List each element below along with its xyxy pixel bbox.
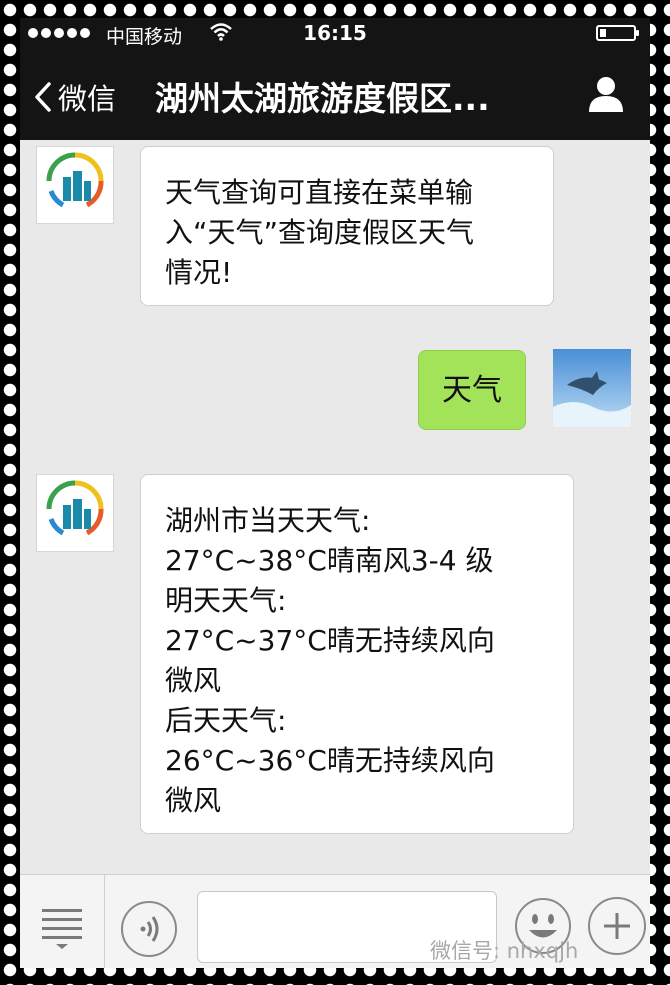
nav-bar: 微信 湖州太湖旅游度假区... [20,50,650,140]
resort-logo-icon [46,480,104,536]
message-line: 入“天气”查询度假区天气 [165,216,475,249]
voice-icon [140,916,159,942]
divider [104,875,105,968]
message-bubble[interactable]: 天气查询可直接在菜单输 入“天气”查询度假区天气 情况! [140,146,554,306]
message-line: 情况! [165,256,233,289]
back-button[interactable]: 微信 [34,76,116,118]
message-line: 明天天气: [165,584,287,617]
message-line: 微风 [165,664,222,697]
voice-button[interactable] [121,901,177,957]
chat-area: 天气查询可直接在菜单输 入“天气”查询度假区天气 情况! 天气 湖州市当天天气:… [20,140,650,870]
phone-screen: 中国移动 16:15 微信 湖州太湖旅游度假区... 天气查询可直接在菜单输 入… [20,18,650,968]
message-line: 27°C~38°C晴南风3-4 级 [165,544,494,577]
message-line: 26°C~36°C晴无持续风向 [165,744,495,777]
message-line: 湖州市当天天气: [165,504,371,537]
message-line: 天气 [442,373,502,408]
watermark: 微信号: nhxqjh [430,939,579,963]
message-line: 天气查询可直接在菜单输 [165,176,474,209]
account-avatar[interactable] [36,474,114,552]
battery-icon [596,25,639,41]
message-line: 后天天气: [165,704,287,737]
person-icon[interactable] [586,74,626,114]
clock: 16:15 [303,21,367,45]
sent-message-bubble[interactable]: 天气 [418,350,526,430]
status-bar: 中国移动 16:15 [20,18,650,50]
user-avatar[interactable] [553,349,631,427]
plus-button[interactable] [588,897,646,955]
message-line: 微风 [165,784,222,817]
account-avatar[interactable] [36,146,114,224]
page-title: 湖州太湖旅游度假区... [155,79,490,118]
back-label: 微信 [58,82,117,116]
resort-logo-icon [46,152,104,208]
menu-list-icon[interactable] [40,905,84,951]
dolphin-photo-icon [553,349,631,427]
message-line: 27°C~37°C晴无持续风向 [165,624,495,657]
battery-fill [600,29,606,37]
plus-icon [604,913,630,939]
back-chevron-icon [35,82,51,112]
message-bubble[interactable]: 湖州市当天天气: 27°C~38°C晴南风3-4 级 明天天气: 27°C~37… [140,474,574,834]
